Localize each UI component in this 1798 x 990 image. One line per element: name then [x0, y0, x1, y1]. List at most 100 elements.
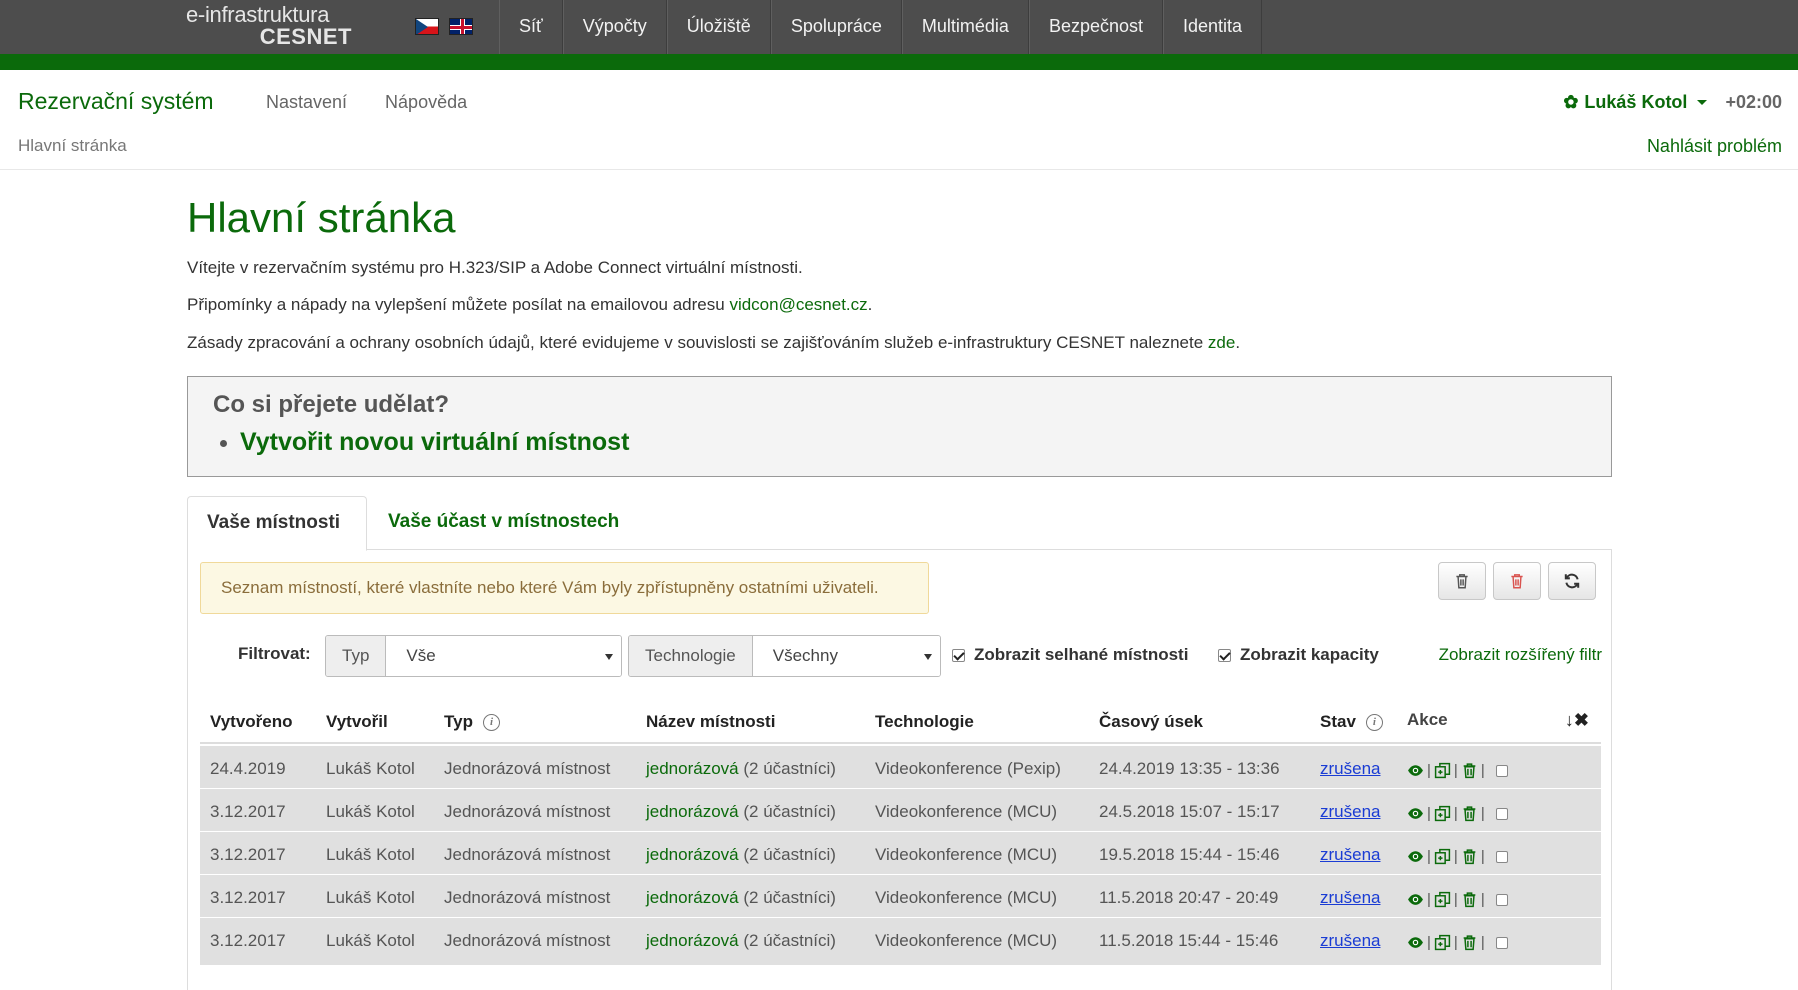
state-link[interactable]: zrušena	[1320, 888, 1380, 907]
col-time-slot[interactable]: Časový úsek	[1099, 712, 1203, 732]
tab-participation[interactable]: Vaše účast v místnostech	[369, 496, 638, 551]
nav-help[interactable]: Nápověda	[385, 92, 467, 113]
topnav-item-spoluprace[interactable]: Spolupráce	[770, 0, 902, 54]
room-link[interactable]: jednorázová	[646, 845, 739, 864]
tab-your-rooms[interactable]: Vaše místnosti	[187, 496, 367, 551]
info-icon[interactable]: i	[1365, 713, 1383, 731]
state-link[interactable]: zrušena	[1320, 931, 1380, 950]
col-author[interactable]: Vytvořil	[326, 712, 388, 732]
cesnet-logo[interactable]: e-infrastruktura CESNET	[186, 2, 352, 49]
refresh-icon	[1564, 573, 1580, 589]
cell-author: Lukáš Kotol	[326, 845, 415, 864]
col-type[interactable]: Typ i	[444, 712, 500, 732]
col-actions-label: Akce	[1407, 710, 1448, 729]
cell-technology: Videokonference (MCU)	[875, 802, 1058, 821]
show-failed-label: Zobrazit selhané místnosti	[974, 645, 1189, 664]
row-select-checkbox[interactable]	[1495, 764, 1508, 777]
filter-bar: Filtrovat: Typ Vše Technologie Všechny Z…	[188, 635, 1613, 679]
report-problem-link[interactable]: Nahlásit problém	[1647, 136, 1782, 157]
col-technology[interactable]: Technologie	[875, 712, 974, 732]
participants-count: (2 účastníci)	[743, 802, 836, 821]
email-link[interactable]: vidcon@cesnet.cz	[729, 295, 867, 314]
col-room-name[interactable]: Název místnosti	[646, 712, 775, 732]
eye-icon[interactable]	[1407, 934, 1424, 951]
copy-icon[interactable]	[1434, 762, 1451, 779]
topnav-item-uloziste[interactable]: Úložiště	[666, 0, 771, 54]
user-menu[interactable]: ✿ Lukáš Kotol +02:00	[1563, 92, 1782, 113]
row-actions: | | |	[1407, 891, 1508, 908]
row-select-checkbox[interactable]	[1495, 850, 1508, 863]
table-row: 3.12.2017 Lukáš Kotol Jednorázová místnost…	[200, 788, 1601, 836]
cell-author: Lukáš Kotol	[326, 759, 415, 778]
create-room-link[interactable]: Vytvořit novou virtuální místnost	[219, 428, 629, 457]
copy-icon[interactable]	[1434, 805, 1451, 822]
privacy-link[interactable]: zde	[1208, 333, 1235, 352]
row-select-checkbox[interactable]	[1495, 893, 1508, 906]
cell-type: Jednorázová místnost	[444, 845, 611, 864]
row-actions: | | |	[1407, 934, 1508, 951]
room-link[interactable]: jednorázová	[646, 802, 739, 821]
breadcrumb[interactable]: Hlavní stránka	[18, 136, 127, 156]
room-link[interactable]: jednorázová	[646, 888, 739, 907]
nav-settings[interactable]: Nastavení	[266, 92, 347, 113]
trash-icon[interactable]	[1461, 934, 1478, 951]
topnav-item-sit[interactable]: Síť	[499, 0, 563, 54]
row-select-checkbox[interactable]	[1495, 936, 1508, 949]
eye-icon[interactable]	[1407, 848, 1424, 865]
col-technology-label: Technologie	[875, 712, 974, 731]
flag-cz-icon[interactable]	[415, 18, 439, 35]
eye-icon[interactable]	[1407, 762, 1424, 779]
trash-icon[interactable]	[1461, 805, 1478, 822]
state-link[interactable]: zrušena	[1320, 802, 1380, 821]
copy-icon[interactable]	[1434, 848, 1451, 865]
cell-state: zrušena	[1320, 888, 1380, 908]
type-filter-addon: Typ	[326, 636, 387, 676]
advanced-filter-link[interactable]: Zobrazit rozšířený filtr	[1439, 645, 1602, 665]
caret-down-icon	[1697, 100, 1708, 105]
cell-technology: Videokonference (Pexip)	[875, 759, 1061, 778]
cell-technology: Videokonference (MCU)	[875, 888, 1058, 907]
flag-gb-icon[interactable]	[449, 18, 473, 35]
refresh-button[interactable]	[1548, 562, 1596, 600]
delete-all-button[interactable]	[1493, 562, 1541, 600]
cell-type: Jednorázová místnost	[444, 888, 611, 907]
technology-select[interactable]: Všechny	[752, 636, 940, 676]
state-link[interactable]: zrušena	[1320, 759, 1380, 778]
col-room-name-label: Název místnosti	[646, 712, 776, 731]
cell-time-slot: 24.5.2018 15:07 - 15:17	[1099, 802, 1280, 821]
col-state-label: Stav	[1320, 712, 1356, 731]
trash-icon[interactable]	[1461, 848, 1478, 865]
eye-icon[interactable]	[1407, 805, 1424, 822]
checkbox-icon	[1218, 648, 1231, 662]
show-failed-checkbox[interactable]: Zobrazit selhané místnosti	[952, 645, 1188, 665]
cell-created: 3.12.2017	[210, 931, 286, 950]
row-select-checkbox[interactable]	[1495, 807, 1508, 820]
action-question: Co si přejete udělat?	[213, 391, 450, 418]
technology-filter: Technologie Všechny	[628, 635, 941, 677]
trash-icon[interactable]	[1461, 762, 1478, 779]
sort-clear-button[interactable]: ↓✖	[1565, 710, 1589, 731]
copy-icon[interactable]	[1434, 891, 1451, 908]
topnav-item-vypocty[interactable]: Výpočty	[562, 0, 667, 54]
info-icon[interactable]: i	[482, 713, 500, 731]
table-row: 3.12.2017 Lukáš Kotol Jednorázová místnost…	[200, 831, 1601, 879]
col-type-label: Typ	[444, 712, 473, 731]
participants-count: (2 účastníci)	[743, 888, 836, 907]
eye-icon[interactable]	[1407, 891, 1424, 908]
topnav-item-identita[interactable]: Identita	[1163, 0, 1263, 54]
cell-room-name: jednorázová (2 účastníci)	[646, 802, 836, 822]
app-title[interactable]: Rezervační systém	[18, 88, 214, 115]
topnav-item-multimedia[interactable]: Multimédia	[901, 0, 1029, 54]
delete-selected-button[interactable]	[1438, 562, 1486, 600]
show-capacities-checkbox[interactable]: Zobrazit kapacity	[1218, 645, 1379, 665]
timezone: +02:00	[1725, 92, 1782, 112]
room-link[interactable]: jednorázová	[646, 931, 739, 950]
topnav-item-bezpecnost[interactable]: Bezpečnost	[1028, 0, 1163, 54]
col-created[interactable]: Vytvořeno	[210, 712, 293, 732]
room-link[interactable]: jednorázová	[646, 759, 739, 778]
copy-icon[interactable]	[1434, 934, 1451, 951]
col-state[interactable]: Stav i	[1320, 712, 1383, 732]
trash-icon[interactable]	[1461, 891, 1478, 908]
type-select[interactable]: Vše	[386, 636, 621, 676]
state-link[interactable]: zrušena	[1320, 845, 1380, 864]
